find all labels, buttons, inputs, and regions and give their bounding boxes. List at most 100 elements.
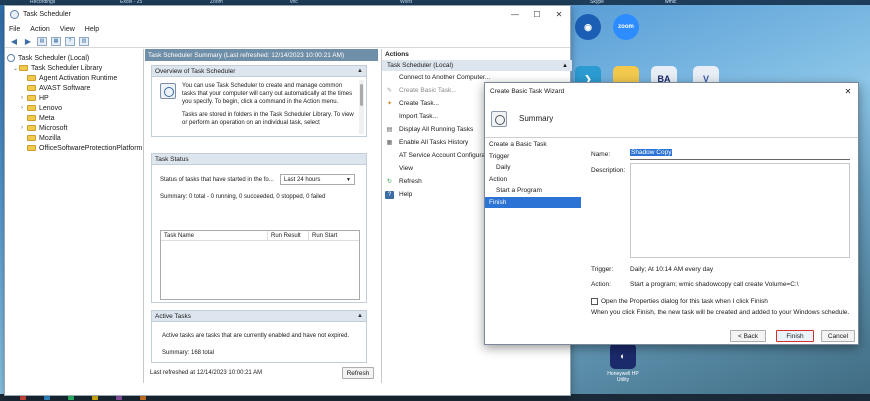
chevron-up-icon[interactable]: ▲: [562, 63, 568, 69]
action-label: Refresh: [399, 178, 422, 185]
active-tasks-header[interactable]: Active Tasks ▲: [152, 311, 366, 322]
wizard-title-bar: Create Basic Task Wizard ✕: [485, 83, 858, 100]
finish-button[interactable]: Finish: [776, 330, 814, 342]
tree-folder[interactable]: Mozilla: [5, 133, 143, 143]
wizard-step: Daily: [496, 164, 511, 172]
task-status-section: Task Status Status of tasks that have st…: [151, 153, 367, 303]
help-icon[interactable]: ?: [65, 36, 75, 46]
tree-folder-label: HP: [39, 94, 49, 102]
menu-help[interactable]: Help: [85, 26, 99, 33]
column-header[interactable]: Run Start: [309, 231, 359, 241]
overview-paragraph: Tasks are stored in folders in the Task …: [182, 112, 354, 126]
honeywell-label: Honeywell HP Utility: [607, 371, 639, 383]
status-summary: Summary: 0 total - 0 running, 0 succeede…: [160, 194, 326, 200]
maximize-button[interactable]: ☐: [526, 6, 548, 23]
close-button[interactable]: ✕: [548, 6, 570, 23]
task-status-header[interactable]: Task Status: [152, 154, 366, 165]
tree-library[interactable]: ⌄ Task Scheduler Library: [5, 63, 143, 73]
cancel-button[interactable]: Cancel: [821, 330, 855, 342]
blank-icon: [385, 152, 394, 160]
column-header[interactable]: Run Result: [268, 230, 309, 241]
desktop-icon-app[interactable]: ◉: [571, 14, 605, 42]
tree-folder[interactable]: › HP: [5, 93, 143, 103]
wizard-step: Create a Basic Task: [489, 141, 547, 149]
forward-arrow-icon[interactable]: ▶: [23, 37, 33, 46]
show-hide-tree-icon[interactable]: ▤: [37, 36, 47, 46]
back-button[interactable]: < Back: [730, 330, 766, 342]
honeywell-icon: ◐: [610, 343, 636, 369]
refresh-icon: ↻: [386, 179, 393, 185]
name-label: Name:: [591, 151, 611, 158]
wizard-heading: Summary: [519, 114, 554, 123]
wizard-step: Action: [489, 175, 508, 183]
description-field[interactable]: [630, 163, 850, 258]
folder-icon: [27, 105, 36, 111]
desktop-icon-honeywell[interactable]: ◐ Honeywell HP Utility: [601, 343, 645, 383]
menu-bar: File Action View Help: [5, 23, 570, 35]
navigation-tree: Task Scheduler (Local) ⌄ Task Scheduler …: [5, 49, 144, 383]
menu-action[interactable]: Action: [30, 26, 49, 33]
wizard-step: Start a Program: [496, 187, 542, 195]
actions-subheader[interactable]: Task Scheduler (Local) ▲: [382, 60, 572, 71]
open-properties-checkbox[interactable]: [591, 298, 598, 305]
tree-root[interactable]: Task Scheduler (Local): [5, 53, 143, 63]
blank-icon: [385, 74, 394, 82]
blank-icon: [385, 113, 394, 121]
properties-icon[interactable]: ▦: [51, 36, 61, 46]
overview-section: Overview of Task Scheduler ▲ You can use…: [151, 65, 367, 137]
wizard-steps: Create a Basic Task Trigger Daily Action…: [485, 139, 581, 346]
create-basic-task-wizard: Create Basic Task Wizard ✕ Summary Creat…: [484, 82, 859, 345]
column-header[interactable]: Task Name: [161, 230, 268, 241]
zoom-icon-label: zoom: [618, 24, 634, 30]
folder-icon: [27, 85, 36, 91]
tree-folder-label: Agent Activation Runtime: [39, 74, 118, 82]
status-range-select[interactable]: Last 24 hours ▼: [280, 174, 355, 185]
active-tasks-summary: Summary: 168 total: [162, 350, 215, 356]
help-icon: ?: [385, 190, 394, 199]
action-label: Create Task...: [399, 100, 439, 107]
wizard-step-selected: Finish: [485, 196, 581, 208]
tree-folder-label: AVAST Software: [39, 84, 91, 92]
overview-header[interactable]: Overview of Task Scheduler ▲: [152, 66, 366, 77]
tree-folder[interactable]: Agent Activation Runtime: [5, 73, 143, 83]
task-name-field[interactable]: Shadow Copy: [630, 149, 850, 160]
tree-folder-label: Mozilla: [39, 134, 61, 142]
action-label: Import Task...: [399, 113, 438, 120]
tree-folder[interactable]: AVAST Software: [5, 83, 143, 93]
minimize-button[interactable]: —: [504, 6, 526, 23]
action-label: Help: [399, 191, 413, 198]
status-range-value: Last 24 hours: [284, 176, 321, 183]
overview-title: Overview of Task Scheduler: [155, 67, 236, 75]
overview-scrollbar[interactable]: [359, 80, 364, 134]
task-scheduler-icon: [10, 10, 19, 19]
trigger-label: Trigger:: [591, 266, 614, 273]
tree-library-label: Task Scheduler Library: [31, 64, 103, 72]
desktop-icon-zoom[interactable]: zoom: [609, 14, 643, 42]
active-tasks-section: Active Tasks ▲ Active tasks are tasks th…: [151, 310, 367, 363]
grid-header: Task Name Run Result Run Start: [161, 230, 359, 241]
task-name-value: Shadow Copy: [630, 149, 673, 156]
folder-icon: [19, 65, 28, 71]
back-arrow-icon[interactable]: ◀: [9, 37, 19, 46]
tree-folder[interactable]: OfficeSoftwareProtectionPlatform: [5, 143, 143, 153]
menu-file[interactable]: File: [9, 26, 20, 33]
close-icon[interactable]: ✕: [838, 87, 858, 96]
actions-subheader-label: Task Scheduler (Local): [387, 62, 454, 69]
open-properties-label: Open the Properties dialog for this task…: [601, 298, 768, 305]
chevron-up-icon[interactable]: ▲: [357, 68, 363, 74]
summary-pane: Task Scheduler Summary (Last refreshed: …: [145, 49, 378, 383]
tree-folder-label: Meta: [39, 114, 55, 122]
show-hide-action-pane-icon[interactable]: ▥: [79, 36, 89, 46]
menu-view[interactable]: View: [60, 26, 75, 33]
active-tasks-description: Active tasks are tasks that are currentl…: [162, 333, 350, 339]
tree-folder-label: Microsoft: [39, 124, 68, 132]
chevron-up-icon[interactable]: ▲: [357, 313, 363, 319]
task-status-title: Task Status: [155, 155, 189, 163]
refresh-button[interactable]: Refresh: [342, 367, 374, 379]
folder-icon: [27, 125, 36, 131]
folder-icon: [27, 75, 36, 81]
tree-folder[interactable]: › Microsoft: [5, 123, 143, 133]
wizard-title: Create Basic Task Wizard: [490, 88, 565, 95]
tree-folder[interactable]: › Lenovo: [5, 103, 143, 113]
tree-folder[interactable]: Meta: [5, 113, 143, 123]
